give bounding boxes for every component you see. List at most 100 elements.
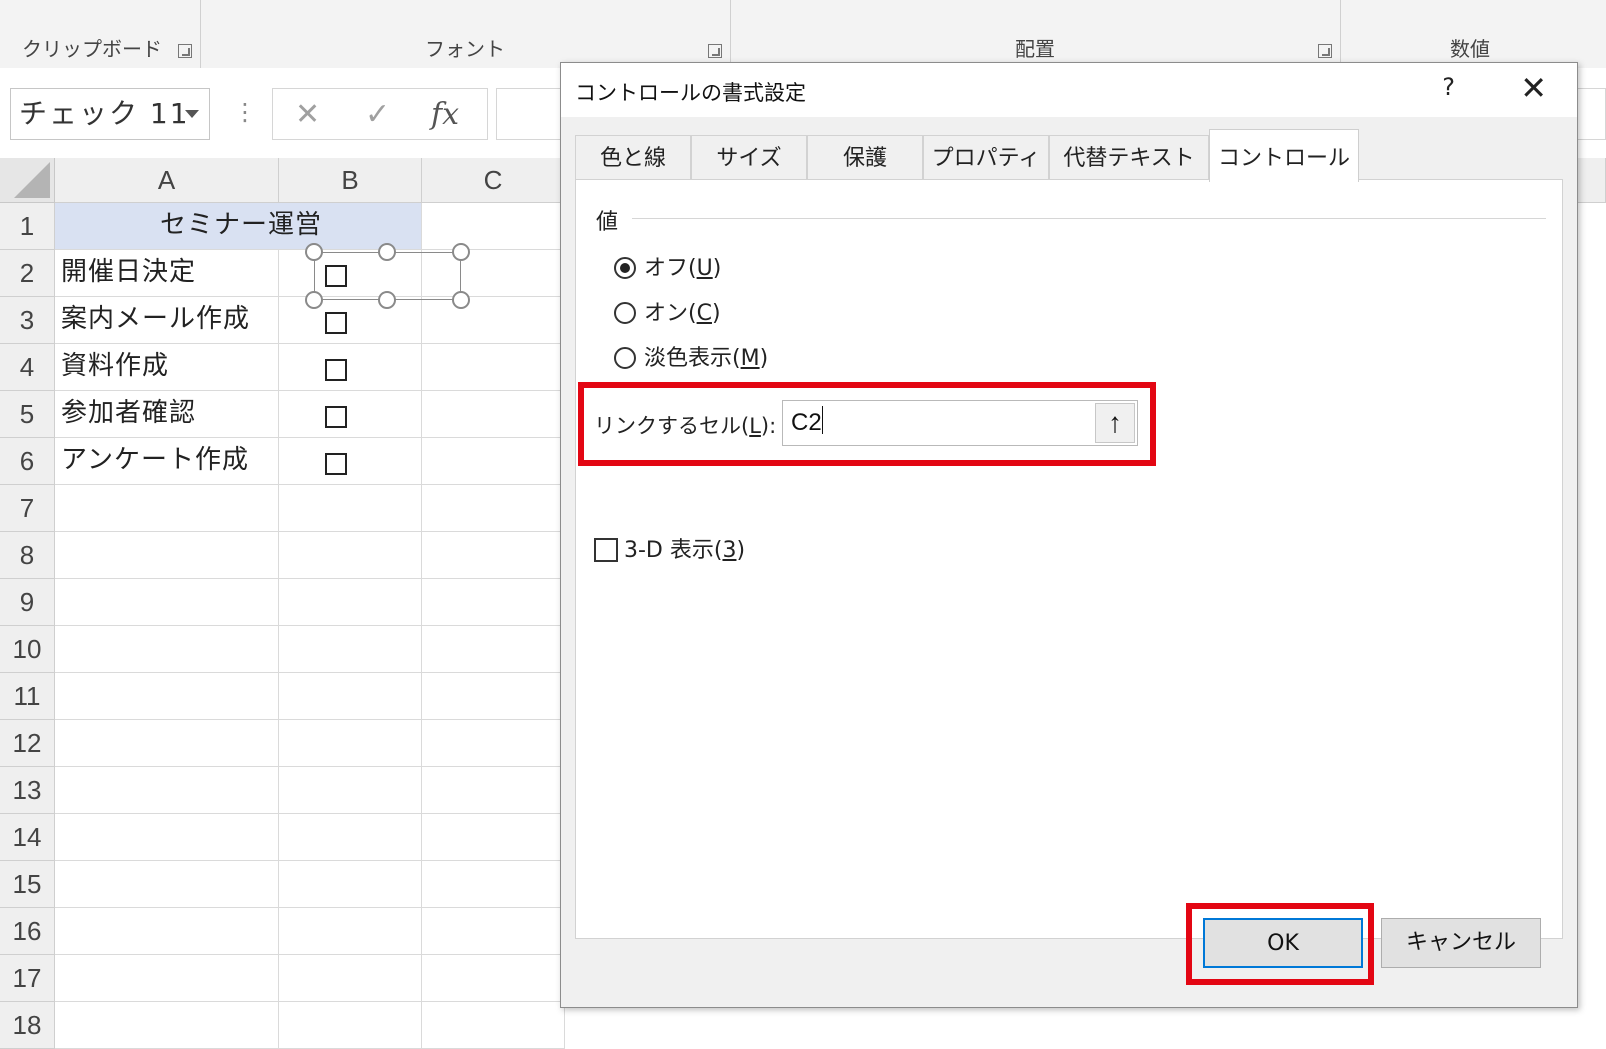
radio-unselected-icon[interactable] — [614, 302, 636, 324]
grid-cell[interactable] — [422, 908, 565, 955]
grid-cell[interactable] — [422, 344, 565, 391]
dialog-titlebar[interactable]: コントロールの書式設定 ? ✕ — [561, 63, 1577, 117]
cell-c1[interactable] — [422, 203, 565, 250]
grid-cell[interactable] — [422, 391, 565, 438]
cell-a3[interactable]: 案内メール作成 — [55, 297, 279, 344]
name-box[interactable]: チェック 11 — [10, 88, 210, 140]
radio-selected-icon[interactable] — [614, 257, 636, 279]
radio-off[interactable]: オフ(U) — [614, 250, 721, 282]
tab-alt-text[interactable]: 代替テキスト — [1049, 135, 1209, 181]
row-header[interactable]: 17 — [0, 955, 55, 1002]
resize-handle[interactable] — [378, 243, 396, 261]
select-all-corner[interactable] — [0, 158, 55, 203]
grid-cell[interactable] — [279, 485, 422, 532]
grid-cell[interactable] — [279, 344, 422, 391]
resize-handle[interactable] — [452, 291, 470, 309]
grid-cell[interactable] — [422, 720, 565, 767]
dialog-launcher-icon[interactable] — [708, 44, 722, 58]
grid-cell[interactable] — [55, 1002, 279, 1049]
radio-on[interactable]: オン(C) — [614, 295, 721, 327]
grid-cell[interactable] — [279, 720, 422, 767]
cell-a6[interactable]: アンケート作成 — [55, 438, 279, 485]
column-header-a[interactable]: A — [55, 158, 279, 203]
grid-cell[interactable] — [422, 532, 565, 579]
grid-cell[interactable] — [279, 814, 422, 861]
row-header[interactable]: 10 — [0, 626, 55, 673]
grid-cell[interactable] — [422, 438, 565, 485]
grid-cell[interactable] — [279, 861, 422, 908]
fx-icon[interactable]: fx — [431, 97, 459, 132]
row-header[interactable]: 11 — [0, 673, 55, 720]
tab-properties[interactable]: プロパティ — [923, 135, 1049, 181]
close-icon[interactable]: ✕ — [1520, 69, 1547, 107]
cell-a5[interactable]: 参加者確認 — [55, 391, 279, 438]
grid-cell[interactable] — [55, 532, 279, 579]
tab-control[interactable]: コントロール — [1209, 129, 1359, 182]
grid-cell[interactable] — [279, 626, 422, 673]
row-header[interactable]: 2 — [0, 250, 55, 297]
grid-cell[interactable] — [55, 908, 279, 955]
cell-a2[interactable]: 開催日決定 — [55, 250, 279, 297]
grid-cell[interactable] — [279, 391, 422, 438]
tab-size[interactable]: サイズ — [691, 135, 807, 181]
grid-cell[interactable] — [279, 438, 422, 485]
checkbox-3d-shading[interactable]: 3-D 表示(3) — [594, 532, 745, 564]
row-header[interactable]: 5 — [0, 391, 55, 438]
grid-cell[interactable] — [422, 673, 565, 720]
grid-cell[interactable] — [55, 485, 279, 532]
dialog-launcher-icon[interactable] — [1318, 44, 1332, 58]
chevron-down-icon[interactable] — [185, 110, 199, 118]
grid-cell[interactable] — [55, 861, 279, 908]
grid-cell[interactable] — [55, 673, 279, 720]
grid-cell[interactable] — [422, 297, 565, 344]
resize-handle[interactable] — [452, 243, 470, 261]
grid-cell[interactable] — [279, 297, 422, 344]
grid-cell[interactable] — [55, 814, 279, 861]
tab-protection[interactable]: 保護 — [807, 135, 923, 181]
checkbox-control[interactable] — [325, 453, 347, 475]
checkbox-control[interactable] — [325, 359, 347, 381]
grid-cell[interactable] — [279, 579, 422, 626]
grid-cell[interactable] — [422, 861, 565, 908]
enter-icon[interactable]: ✓ — [365, 97, 390, 132]
row-header[interactable]: 9 — [0, 579, 55, 626]
row-header[interactable]: 12 — [0, 720, 55, 767]
row-header[interactable]: 3 — [0, 297, 55, 344]
column-header-b[interactable]: B — [279, 158, 422, 203]
row-header[interactable]: 15 — [0, 861, 55, 908]
grid-cell[interactable] — [422, 579, 565, 626]
grid-cell[interactable] — [55, 767, 279, 814]
row-header[interactable]: 18 — [0, 1002, 55, 1049]
grid-cell[interactable] — [279, 532, 422, 579]
grid-cell[interactable] — [55, 955, 279, 1002]
cell-a1-merged[interactable]: セミナー運営 — [55, 203, 422, 250]
resize-handle[interactable] — [378, 291, 396, 309]
grid-cell[interactable] — [422, 767, 565, 814]
row-header[interactable]: 8 — [0, 532, 55, 579]
grid-cell[interactable] — [55, 579, 279, 626]
grid-cell[interactable] — [55, 720, 279, 767]
grid-cell[interactable] — [279, 1002, 422, 1049]
dialog-launcher-icon[interactable] — [178, 44, 192, 58]
grid-cell[interactable] — [279, 908, 422, 955]
resize-handle-icon[interactable]: ⋮ — [233, 98, 257, 126]
checkbox-control[interactable] — [325, 312, 347, 334]
row-header[interactable]: 1 — [0, 203, 55, 250]
cancel-icon[interactable]: ✕ — [295, 97, 320, 132]
grid-cell[interactable] — [279, 955, 422, 1002]
row-header[interactable]: 13 — [0, 767, 55, 814]
radio-unselected-icon[interactable] — [614, 347, 636, 369]
radio-mixed[interactable]: 淡色表示(M) — [614, 340, 768, 372]
checkbox-icon[interactable] — [594, 538, 618, 562]
row-header[interactable]: 7 — [0, 485, 55, 532]
grid-cell[interactable] — [422, 626, 565, 673]
grid-cell[interactable] — [279, 673, 422, 720]
resize-handle[interactable] — [305, 243, 323, 261]
row-header[interactable]: 6 — [0, 438, 55, 485]
cancel-button[interactable]: キャンセル — [1381, 918, 1541, 968]
grid-cell[interactable] — [422, 1002, 565, 1049]
cell-a4[interactable]: 資料作成 — [55, 344, 279, 391]
row-header[interactable]: 16 — [0, 908, 55, 955]
grid-cell[interactable] — [55, 626, 279, 673]
resize-handle[interactable] — [305, 291, 323, 309]
